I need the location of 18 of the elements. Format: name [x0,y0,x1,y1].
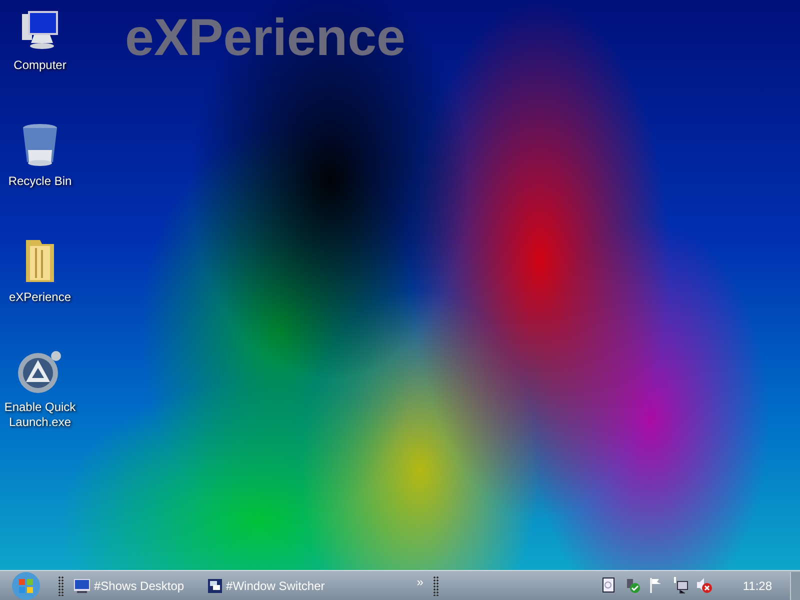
grip-icon[interactable] [433,576,440,596]
icon-label[interactable]: eXPerience [1,290,79,305]
wallpaper-text: eXPerience [125,12,406,64]
taskbar-edge [790,572,800,600]
icon-label[interactable]: Recycle Bin [1,174,79,189]
document-icon[interactable] [600,577,617,594]
taskbar-button[interactable]: #Window Switcher [206,574,327,598]
icon-label[interactable]: Computer [1,58,79,73]
grip-icon[interactable] [58,576,64,596]
windows-icon [208,578,222,592]
clock[interactable]: 11:28 [742,576,772,594]
recycle-bin-icon[interactable] [20,122,60,168]
network-icon[interactable] [672,577,689,594]
volume-muted-icon[interactable] [696,577,713,594]
taskbar-button[interactable]: #Shows Desktop [72,574,186,598]
app-icon[interactable] [16,350,64,394]
monitor-icon [74,578,90,592]
icon-label[interactable]: Enable Quick Launch.exe [1,400,79,430]
